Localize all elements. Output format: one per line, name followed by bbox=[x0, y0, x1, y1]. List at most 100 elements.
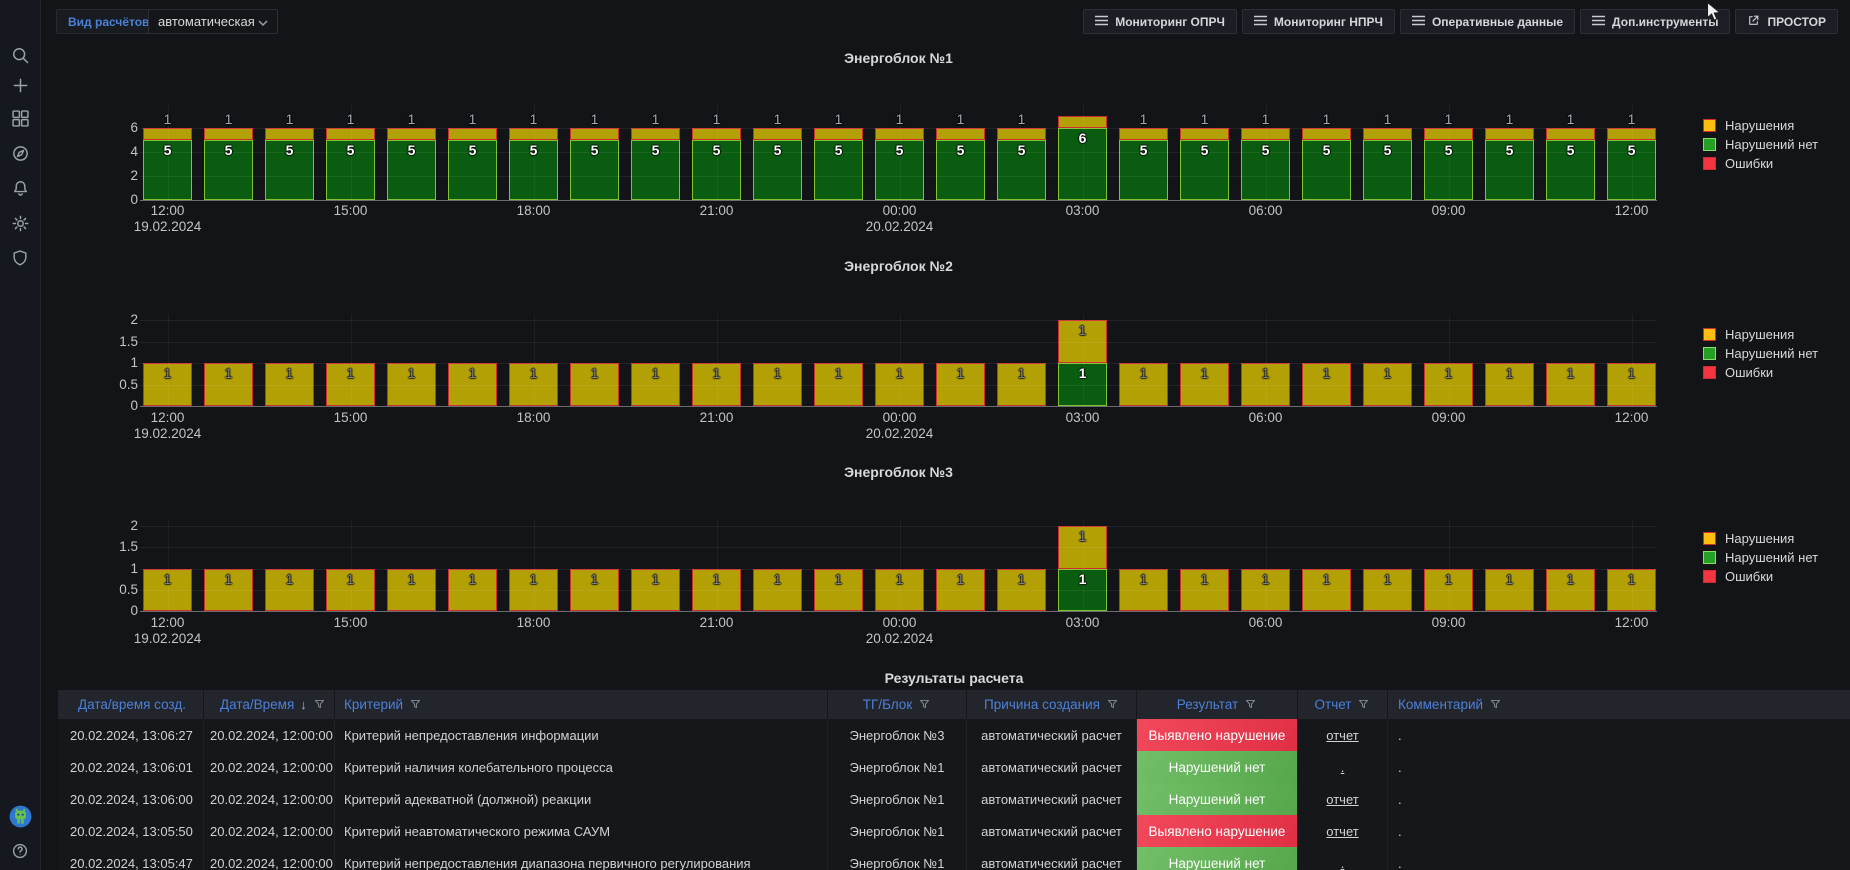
bar-segment-violation[interactable] bbox=[1119, 128, 1168, 140]
bar-segment-violation[interactable] bbox=[387, 128, 436, 140]
bar-value-label: 1 bbox=[1119, 111, 1168, 127]
cell-criterion: Критерий непредоставления информации bbox=[335, 719, 828, 751]
legend-item-3[interactable]: Ошибки bbox=[1703, 365, 1773, 380]
header-cell-reason[interactable]: Причина создания bbox=[967, 690, 1137, 719]
report-link[interactable]: отчет bbox=[1326, 728, 1358, 743]
x-tick-label: 18:00 bbox=[499, 410, 569, 425]
bar-segment-violation[interactable] bbox=[448, 128, 497, 140]
legend-item-1[interactable]: Нарушения bbox=[1703, 118, 1794, 133]
sidebar-item-gear gear-icon[interactable] bbox=[0, 211, 40, 235]
bar-segment-violation[interactable] bbox=[631, 128, 680, 140]
x-tick-label: 18:00 bbox=[499, 615, 569, 630]
legend-item-3[interactable]: Ошибки bbox=[1703, 156, 1773, 171]
bar-segment-violation[interactable] bbox=[1546, 128, 1595, 140]
legend-item-3[interactable]: Ошибки bbox=[1703, 569, 1773, 584]
report-link[interactable]: . bbox=[1341, 856, 1345, 870]
cell-created: 20.02.2024, 13:06:01 bbox=[58, 751, 204, 783]
cell-criterion: Критерий неавтоматического режима САУМ bbox=[335, 815, 828, 847]
sidebar-item-bell bell-icon[interactable] bbox=[0, 176, 40, 200]
bar-value-label: 1 bbox=[1485, 111, 1534, 127]
bar-value-label: 5 bbox=[143, 142, 192, 158]
filter-funnel-icon[interactable] bbox=[1357, 698, 1370, 711]
view-calculations-button[interactable]: Вид расчётов bbox=[56, 9, 161, 34]
gridline-v bbox=[534, 314, 535, 406]
bar-segment-violation[interactable] bbox=[1485, 128, 1534, 140]
filter-funnel-icon[interactable] bbox=[313, 698, 326, 711]
prostor-button[interactable]: ПРОСТОР bbox=[1735, 9, 1838, 34]
x-date-label: 19.02.2024 bbox=[118, 426, 218, 441]
calc-type-dropdown[interactable]: автоматическая bbox=[148, 9, 278, 34]
column-label: Комментарий bbox=[1398, 697, 1483, 712]
bar-value-label: 1 bbox=[997, 571, 1046, 587]
legend-item-2[interactable]: Нарушений нет bbox=[1703, 137, 1818, 152]
x-tick-label: 12:00 bbox=[1597, 410, 1667, 425]
bar-segment-violation[interactable] bbox=[1180, 128, 1229, 140]
filter-funnel-icon[interactable] bbox=[1244, 698, 1257, 711]
bar-segment-violation[interactable] bbox=[997, 128, 1046, 140]
cell-result: Нарушений нет bbox=[1137, 751, 1298, 783]
bar-value-label: 5 bbox=[1241, 142, 1290, 158]
legend-item-1[interactable]: Нарушения bbox=[1703, 327, 1794, 342]
view-calculations-label: Вид расчётов bbox=[68, 15, 149, 29]
legend-item-1[interactable]: Нарушения bbox=[1703, 531, 1794, 546]
bar-value-label: 1 bbox=[448, 111, 497, 127]
bar-value-label: 5 bbox=[875, 142, 924, 158]
filter-funnel-icon[interactable] bbox=[409, 698, 422, 711]
cell-unit: Энергоблок №1 bbox=[828, 751, 967, 783]
header-cell-created[interactable]: Дата/время созд. bbox=[58, 690, 204, 719]
header-cell-datetime[interactable]: Дата/Время↓ bbox=[204, 690, 335, 719]
bar-segment-violation[interactable] bbox=[936, 128, 985, 140]
bar-segment-violation[interactable] bbox=[204, 128, 253, 140]
sidebar-item-plus plus-icon[interactable] bbox=[0, 73, 40, 97]
topbar-button-4[interactable]: Доп.инструменты bbox=[1580, 9, 1730, 34]
bar-value-label: 1 bbox=[143, 571, 192, 587]
gridline-h bbox=[140, 526, 1657, 527]
sort-desc-icon[interactable]: ↓ bbox=[300, 697, 307, 712]
sidebar-help help-icon[interactable] bbox=[0, 839, 40, 863]
legend-label: Нарушений нет bbox=[1725, 550, 1818, 565]
bar-segment-violation[interactable] bbox=[265, 128, 314, 140]
cell-report: отчет bbox=[1298, 783, 1388, 815]
bar-segment-violation[interactable] bbox=[1302, 128, 1351, 140]
table-row: 20.02.2024, 13:06:2720.02.2024, 12:00:00… bbox=[58, 719, 1850, 752]
header-cell-report[interactable]: Отчет bbox=[1298, 690, 1388, 719]
sidebar-item-search search-icon[interactable] bbox=[0, 43, 40, 67]
filter-funnel-icon[interactable] bbox=[1489, 698, 1502, 711]
x-tick-label: 03:00 bbox=[1048, 410, 1118, 425]
sidebar-item-apps apps-icon[interactable] bbox=[0, 106, 40, 130]
bar-value-label: 6 bbox=[1058, 130, 1107, 146]
sidebar-avatar avatar-icon[interactable] bbox=[0, 804, 40, 828]
topbar-button-3[interactable]: Оперативные данные bbox=[1400, 9, 1575, 34]
header-cell-comment[interactable]: Комментарий bbox=[1388, 690, 1850, 719]
bar-value-label: 1 bbox=[753, 571, 802, 587]
legend-item-2[interactable]: Нарушений нет bbox=[1703, 346, 1818, 361]
header-cell-unit[interactable]: ТГ/Блок bbox=[828, 690, 967, 719]
gridline-v bbox=[1083, 104, 1084, 200]
topbar-button-1[interactable]: Мониторинг ОПРЧ bbox=[1083, 9, 1237, 34]
bar-segment-violation[interactable] bbox=[814, 128, 863, 140]
header-cell-criterion[interactable]: Критерий bbox=[335, 690, 828, 719]
sidebar-item-shield shield-icon[interactable] bbox=[0, 246, 40, 270]
legend-swatch bbox=[1703, 570, 1716, 583]
y-tick-label: 2 bbox=[88, 518, 138, 533]
bar-segment-violation[interactable] bbox=[1363, 128, 1412, 140]
result-badge: Выявлено нарушение bbox=[1137, 815, 1297, 847]
bar-value-label: 1 bbox=[1058, 528, 1107, 544]
header-cell-result[interactable]: Результат bbox=[1137, 690, 1298, 719]
bar-value-label: 5 bbox=[1180, 142, 1229, 158]
bar-segment-violation[interactable] bbox=[753, 128, 802, 140]
report-link[interactable]: отчет bbox=[1326, 792, 1358, 807]
sidebar-item-compass compass-icon[interactable] bbox=[0, 141, 40, 165]
bar-segment-violation[interactable] bbox=[570, 128, 619, 140]
chevron-down-icon bbox=[258, 14, 268, 29]
report-link[interactable]: отчет bbox=[1326, 824, 1358, 839]
legend-label: Нарушения bbox=[1725, 531, 1794, 546]
bar-value-label: 1 bbox=[753, 111, 802, 127]
topbar-button-2[interactable]: Мониторинг НПРЧ bbox=[1242, 9, 1395, 34]
filter-funnel-icon[interactable] bbox=[918, 698, 931, 711]
filter-funnel-icon[interactable] bbox=[1106, 698, 1119, 711]
bar-value-label: 1 bbox=[326, 111, 375, 127]
report-link[interactable]: . bbox=[1341, 760, 1345, 775]
legend-item-2[interactable]: Нарушений нет bbox=[1703, 550, 1818, 565]
result-badge: Нарушений нет bbox=[1137, 751, 1297, 783]
